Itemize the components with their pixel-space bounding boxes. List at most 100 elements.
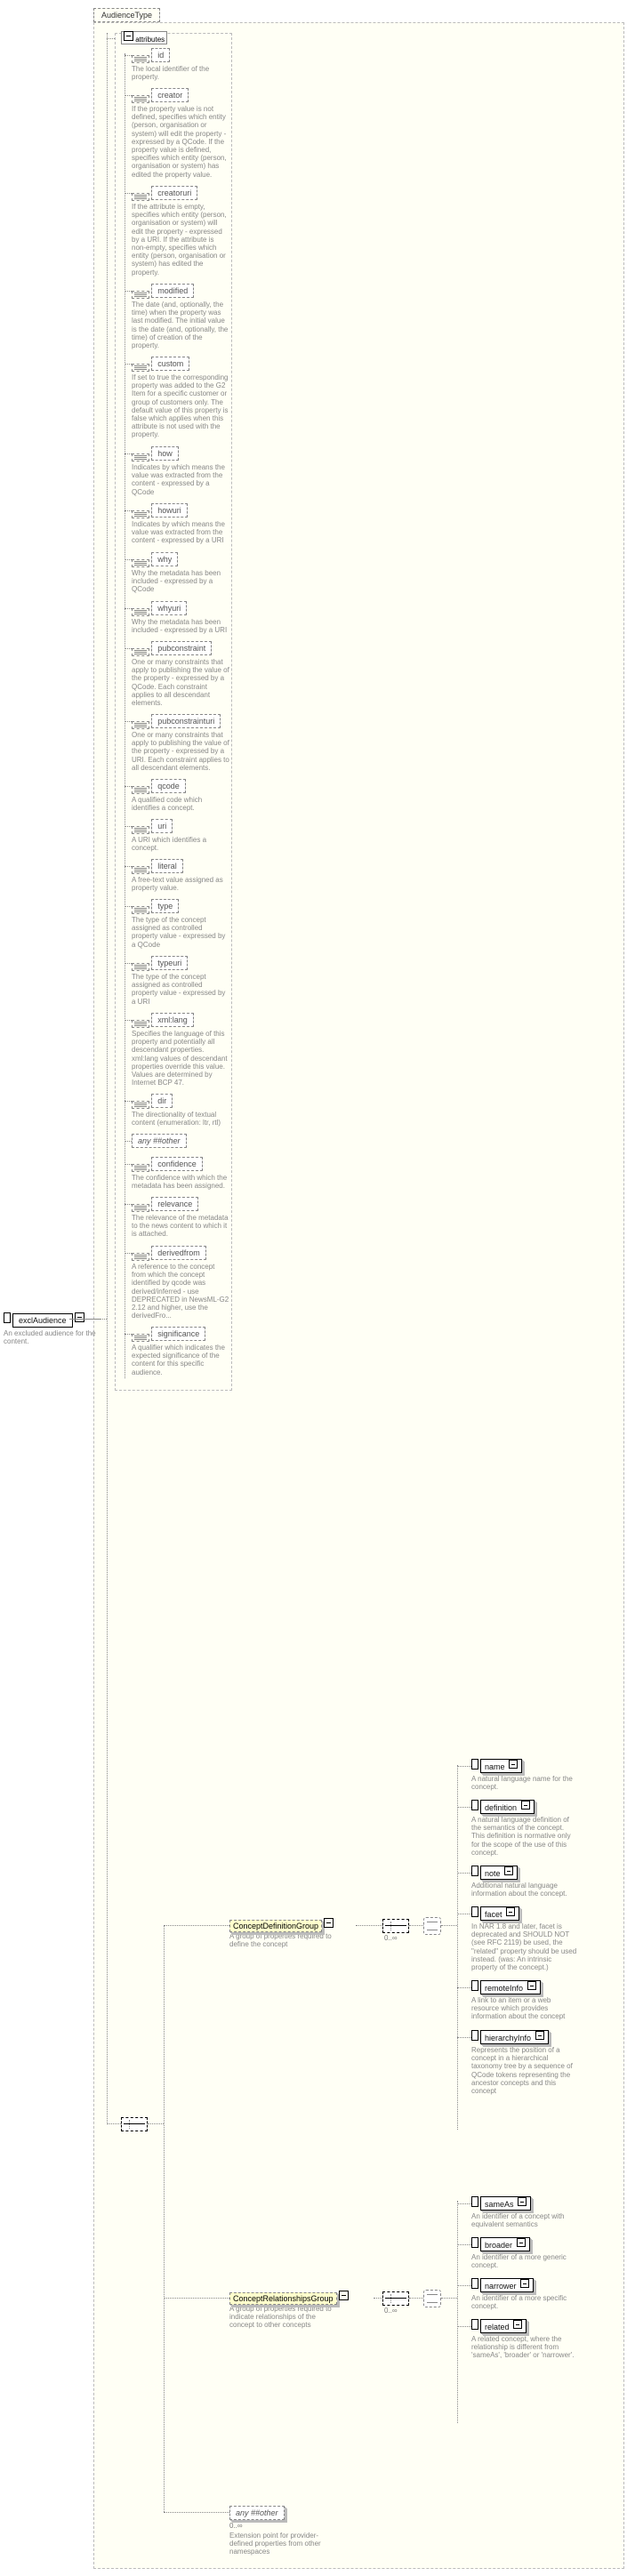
attr-icon — [132, 963, 149, 971]
attr-icon — [132, 559, 149, 567]
child-name: sameAs — [480, 2196, 531, 2211]
expand-icon[interactable] — [506, 1907, 515, 1916]
connector — [457, 1765, 458, 2130]
attr-icon — [132, 1204, 149, 1212]
expand-icon[interactable] — [518, 2197, 527, 2206]
attr-icon — [132, 648, 149, 656]
element-flag-icon — [471, 2196, 478, 2207]
attr-name: xml:lang — [151, 1013, 194, 1027]
connector — [125, 648, 132, 649]
attr-name: type — [151, 899, 179, 913]
attr-desc: If the attribute is empty, specifies whi… — [132, 203, 229, 277]
connector — [148, 2123, 164, 2124]
type-box: AudienceType — [93, 8, 160, 22]
attr-icon — [132, 608, 149, 616]
attr-icon — [132, 453, 149, 461]
expand-icon[interactable] — [521, 1801, 530, 1810]
expand-icon[interactable] — [324, 1918, 334, 1928]
element-flag-icon — [471, 1866, 478, 1876]
child-name: note — [480, 1866, 518, 1880]
attr-name: qcode — [151, 779, 186, 793]
expand-icon[interactable] — [535, 2031, 544, 2040]
expand-icon[interactable] — [339, 2291, 349, 2300]
expand-icon[interactable] — [509, 1760, 518, 1769]
connector — [457, 2037, 471, 2038]
attr-name: how — [151, 446, 179, 461]
child-name: remoteInfo — [480, 1980, 541, 1994]
element-flag-icon — [471, 1800, 478, 1810]
child-name: broader — [480, 2237, 530, 2251]
element-flag-icon — [471, 2278, 478, 2289]
child-desc: An identifier of a more specific concept… — [471, 2294, 578, 2310]
element-flag-icon — [471, 2237, 478, 2248]
child-name: hierarchyInfo — [480, 2030, 549, 2044]
expand-icon[interactable] — [504, 1866, 513, 1875]
seq-icon — [382, 1919, 409, 1935]
attr-desc: A qualified code which identifies a conc… — [132, 796, 229, 812]
connector — [125, 453, 132, 454]
attr-icon — [132, 906, 149, 914]
attr-name: uri — [151, 819, 173, 833]
expand-icon[interactable] — [527, 1981, 536, 1990]
group-crg: ConceptRelationshipsGroup A group of pro… — [229, 2291, 349, 2330]
rel-sameAs: sameAs An identifier of a concept with e… — [471, 2196, 578, 2228]
connector — [125, 721, 132, 722]
attr-icon — [132, 826, 149, 834]
child-desc: Represents the position of a concept in … — [471, 2046, 578, 2095]
attr-modified: modifiedThe date (and, optionally, the t… — [132, 284, 229, 349]
attr-pubconstrainturi: pubconstrainturi One or many constraints … — [132, 714, 229, 772]
connector — [457, 2201, 458, 2423]
expand-icon[interactable] — [513, 2320, 522, 2329]
connector — [125, 1253, 132, 1254]
attr-desc: Why the metadata has been included - exp… — [132, 618, 229, 634]
connector — [164, 1925, 229, 1926]
attr-relevance: relevance The relevance of the metadata t… — [132, 1197, 229, 1239]
attr-icon — [132, 55, 149, 63]
attr-name: relevance — [151, 1197, 198, 1211]
connector — [125, 963, 132, 964]
attr-icon — [132, 291, 149, 299]
attr-how: howIndicates by which means the value wa… — [132, 446, 229, 496]
connector — [125, 193, 132, 194]
def-hierarchyInfo: hierarchyInfo Represents the position of… — [471, 2030, 578, 2095]
attr-icon — [132, 510, 149, 518]
attr-icon — [132, 786, 149, 794]
expand-icon[interactable] — [75, 1312, 84, 1322]
attr-significance: significanceA qualifier which indicates … — [132, 1327, 229, 1376]
attr-icon — [132, 1253, 149, 1261]
attr-desc: The relevance of the metadata to the new… — [132, 1214, 229, 1239]
cardinality: 0..∞ — [384, 1934, 398, 1942]
connector — [457, 1766, 471, 1767]
connector — [441, 2298, 457, 2299]
choice-icon — [423, 1917, 441, 1937]
attr-icon — [132, 1164, 149, 1172]
connector — [125, 608, 132, 609]
attr-icon — [132, 721, 149, 729]
expand-icon[interactable] — [520, 2279, 529, 2288]
attr-why: whyWhy the metadata has been included - … — [132, 552, 229, 594]
connector — [409, 1925, 423, 1926]
connector — [457, 2326, 471, 2327]
attr-name: pubconstrainturi — [151, 714, 221, 728]
connector — [374, 2298, 382, 2299]
child-desc: A natural language definition of the sem… — [471, 1816, 578, 1857]
connector — [457, 2285, 471, 2286]
expand-icon[interactable] — [517, 2238, 526, 2247]
root-desc: An excluded audience for the content. — [4, 1329, 110, 1345]
attr-desc: One or many constraints that apply to pu… — [132, 731, 229, 772]
child-desc: A link to an item or a web resource whic… — [471, 1996, 578, 2021]
attr-desc: Indicates by which means the value was e… — [132, 520, 229, 545]
attr-desc: A reference to the concept from which th… — [132, 1263, 229, 1320]
attr-qcode: qcode A qualified code which identifies a… — [132, 779, 229, 812]
connector — [164, 2298, 229, 2299]
collapse-icon[interactable] — [124, 31, 133, 41]
attr-type: typeThe type of the concept assigned as … — [132, 899, 229, 949]
connector — [125, 866, 132, 867]
attr-desc: If the property value is not defined, sp… — [132, 105, 229, 179]
def-remoteInfo: remoteInfo A link to an item or a web re… — [471, 1980, 578, 2021]
element-flag-icon — [471, 1980, 478, 1991]
attributes-header: attributes — [121, 31, 167, 44]
rel-broader: broader An identifier of a more generic … — [471, 2237, 578, 2269]
connector — [125, 291, 132, 292]
attr-name: literal — [151, 859, 183, 873]
